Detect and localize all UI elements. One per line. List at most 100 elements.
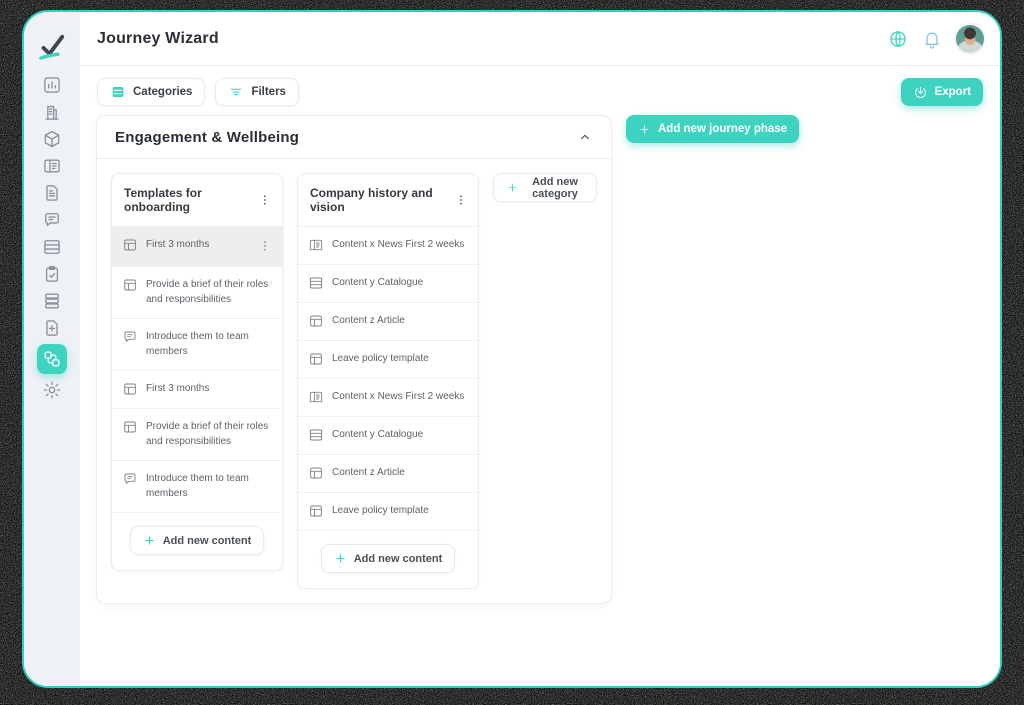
category-title: Templates for onboarding	[124, 186, 256, 214]
content-area: Categories Filters Export Engagement & W…	[80, 66, 1000, 686]
content-item[interactable]: Content x News First 2 weeks	[298, 379, 478, 417]
chat-icon	[42, 210, 62, 230]
filters-button[interactable]: Filters	[215, 78, 299, 106]
content-item-label: Provide a brief of their roles and respo…	[146, 278, 274, 307]
app-header: Journey Wizard	[80, 12, 1000, 66]
kebab-menu-icon[interactable]	[256, 191, 274, 209]
content-item[interactable]: Provide a brief of their roles and respo…	[112, 267, 282, 319]
categories-button[interactable]: Categories	[97, 78, 205, 106]
sidebar-item-lists[interactable]	[41, 236, 63, 258]
add-content-area: Add new content	[112, 513, 282, 570]
catalogue-icon	[308, 427, 324, 443]
kebab-menu-icon[interactable]	[452, 191, 470, 209]
content-item-label: Content y Catalogue	[332, 428, 470, 443]
sidebar	[24, 12, 80, 686]
globe-icon[interactable]	[888, 29, 908, 49]
sidebar-item-add-file[interactable]	[41, 317, 63, 339]
content-item-label: Introduce them to team members	[146, 472, 274, 501]
phase-title: Engagement & Wellbeing	[115, 129, 299, 146]
add-content-button[interactable]: Add new content	[321, 544, 456, 573]
template-icon	[122, 277, 138, 293]
sidebar-item-organization[interactable]	[41, 101, 63, 123]
sidebar-item-journey-wizard[interactable]	[37, 344, 67, 374]
content-item[interactable]: Provide a brief of their roles and respo…	[112, 409, 282, 461]
content-item-label: First 3 months	[146, 382, 274, 397]
sidebar-item-tasks[interactable]	[41, 263, 63, 285]
header-actions	[888, 12, 984, 66]
template-icon	[122, 381, 138, 397]
add-category-button[interactable]: Add new category	[493, 173, 597, 202]
sidebar-item-packages[interactable]	[41, 128, 63, 150]
content-item-label: Content x News First 2 weeks	[332, 390, 470, 405]
sidebar-item-analytics[interactable]	[41, 74, 63, 96]
content-item[interactable]: Introduce them to team members	[112, 319, 282, 371]
kebab-menu-icon[interactable]	[256, 237, 274, 255]
file-plus-icon	[42, 318, 62, 338]
rows-icon	[42, 237, 62, 257]
phase-panel: Engagement & Wellbeing Templates for onb…	[96, 115, 612, 604]
content-item-label: Content z Article	[332, 314, 470, 329]
catalogue-icon	[308, 275, 324, 291]
category-column-header: Company history and vision	[298, 174, 478, 227]
chevron-up-icon[interactable]	[577, 129, 593, 145]
phase-body: Templates for onboarding First 3 months Pr…	[97, 159, 611, 603]
content-item-label: Content x News First 2 weeks	[332, 238, 470, 253]
content-item[interactable]: Content y Catalogue	[298, 417, 478, 455]
cube-icon	[42, 129, 62, 149]
content-item[interactable]: Content y Catalogue	[298, 265, 478, 303]
add-journey-phase-label: Add new journey phase	[658, 123, 787, 135]
category-column-header: Templates for onboarding	[112, 174, 282, 227]
plus-icon	[638, 123, 651, 136]
export-button[interactable]: Export	[901, 78, 983, 106]
sidebar-item-settings[interactable]	[41, 379, 63, 401]
content-item[interactable]: Content z Article	[298, 303, 478, 341]
sidebar-item-documents[interactable]	[41, 182, 63, 204]
plus-icon	[143, 534, 156, 547]
filter-icon	[228, 84, 244, 100]
template-icon	[308, 503, 324, 519]
template-icon	[308, 313, 324, 329]
content-item[interactable]: Introduce them to team members	[112, 461, 282, 513]
sidebar-item-messages[interactable]	[41, 209, 63, 231]
add-content-label: Add new content	[163, 535, 252, 547]
add-category-label: Add new category	[526, 176, 584, 200]
category-title: Company history and vision	[310, 186, 452, 214]
category-column: Templates for onboarding First 3 months Pr…	[111, 173, 283, 571]
toolbar: Categories Filters	[97, 78, 299, 106]
filters-label: Filters	[251, 86, 286, 98]
content-item-label: Leave policy template	[332, 504, 470, 519]
add-content-area: Add new content	[298, 531, 478, 588]
export-label: Export	[935, 86, 971, 98]
template-icon	[308, 351, 324, 367]
content-item-label: First 3 months	[146, 238, 248, 253]
page-title: Journey Wizard	[97, 30, 219, 48]
clipboard-check-icon	[42, 264, 62, 284]
template-icon	[122, 237, 138, 253]
phase-header: Engagement & Wellbeing	[97, 116, 611, 159]
user-avatar[interactable]	[956, 25, 984, 53]
content-item[interactable]: First 3 months	[112, 227, 282, 267]
building-icon	[42, 102, 62, 122]
file-text-icon	[42, 183, 62, 203]
chat-icon	[122, 471, 138, 487]
sidebar-nav	[24, 74, 80, 401]
content-item[interactable]: Leave policy template	[298, 341, 478, 379]
add-content-button[interactable]: Add new content	[130, 526, 265, 555]
content-item[interactable]: Content x News First 2 weeks	[298, 227, 478, 265]
content-item[interactable]: First 3 months	[112, 371, 282, 409]
bell-icon[interactable]	[922, 29, 942, 49]
download-icon	[913, 85, 928, 100]
content-item-label: Leave policy template	[332, 352, 470, 367]
app-logo	[24, 30, 80, 64]
plus-icon	[334, 552, 347, 565]
content-item[interactable]: Leave policy template	[298, 493, 478, 531]
journey-icon	[42, 349, 62, 369]
plus-icon	[506, 181, 519, 194]
add-journey-phase-button[interactable]: Add new journey phase	[626, 115, 799, 143]
news-icon	[42, 156, 62, 176]
content-item[interactable]: Content z Article	[298, 455, 478, 493]
sidebar-item-catalogue[interactable]	[41, 290, 63, 312]
content-item-label: Content z Article	[332, 466, 470, 481]
add-content-label: Add new content	[354, 553, 443, 565]
sidebar-item-news[interactable]	[41, 155, 63, 177]
